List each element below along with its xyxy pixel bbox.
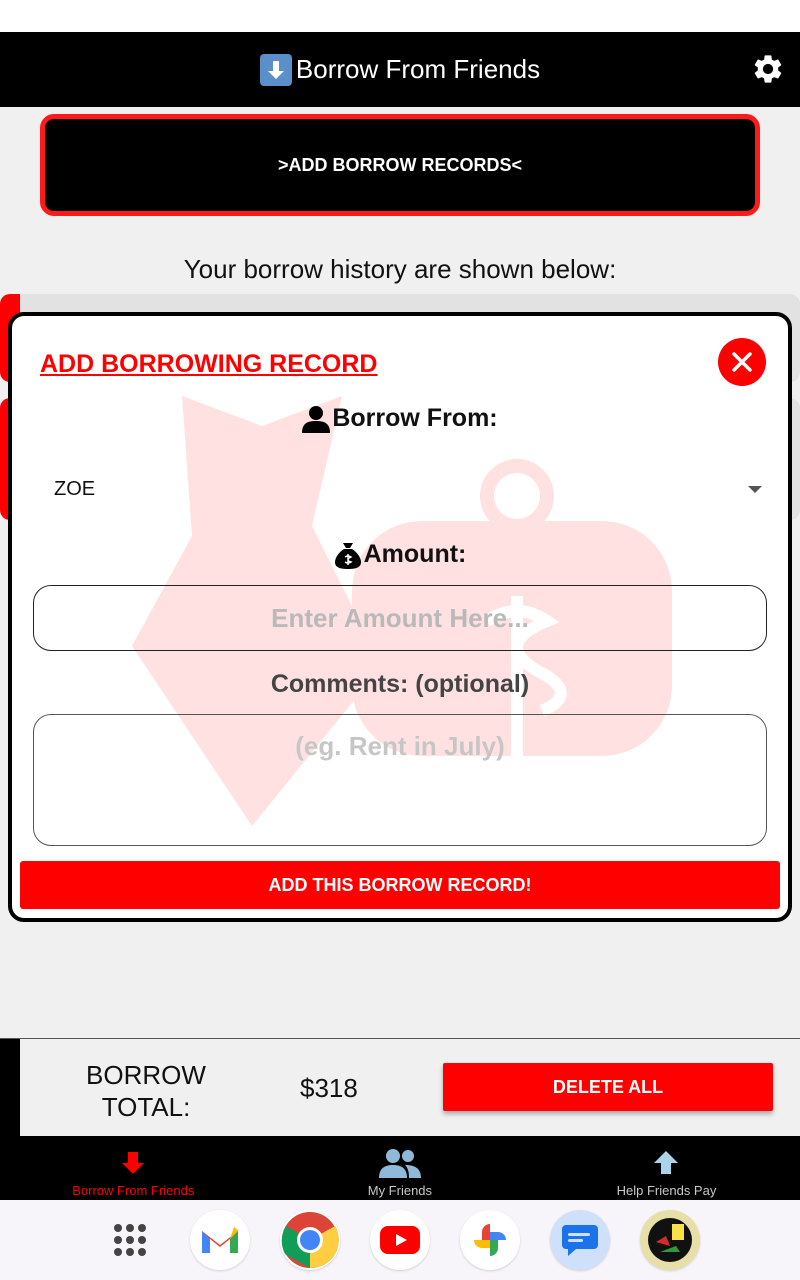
chrome-icon[interactable]	[280, 1210, 340, 1270]
photos-icon[interactable]	[460, 1210, 520, 1270]
nav-label: Help Friends Pay	[616, 1183, 717, 1198]
amount-label-text: Amount:	[363, 540, 467, 568]
amount-input[interactable]	[33, 585, 767, 651]
close-icon	[732, 352, 752, 372]
borrow-total-bar: BORROW TOTAL: $318 DELETE ALL	[0, 1038, 800, 1136]
close-dialog-button[interactable]	[718, 338, 766, 386]
amount-label: Amount:	[12, 540, 788, 569]
borrow-total-value: $318	[300, 1073, 358, 1103]
people-icon	[378, 1149, 421, 1178]
nav-item-help-friends-pay[interactable]: Help Friends Pay	[533, 1136, 800, 1200]
borrow-from-label: Borrow From:	[12, 404, 788, 433]
borrow-app-icon[interactable]	[640, 1210, 700, 1270]
friend-select[interactable]: ZOE	[34, 466, 774, 512]
delete-all-button[interactable]: DELETE ALL	[443, 1063, 773, 1111]
app-drawer-icon[interactable]	[100, 1210, 160, 1270]
borrow-from-label-text: Borrow From:	[332, 404, 498, 432]
comments-label: Comments: (optional)	[270, 670, 530, 698]
app-header: Borrow From Friends	[0, 32, 800, 107]
system-dock	[0, 1200, 800, 1280]
dropdown-caret-icon	[748, 485, 762, 493]
money-bag-icon	[334, 542, 361, 569]
up-arrow-icon	[654, 1151, 679, 1174]
nav-item-my-friends[interactable]: My Friends	[267, 1136, 534, 1200]
settings-button[interactable]	[750, 51, 786, 87]
comments-input[interactable]	[33, 714, 767, 846]
nav-item-borrow-from-friends[interactable]: Borrow From Friends	[0, 1136, 267, 1200]
messages-icon[interactable]	[550, 1210, 610, 1270]
gear-icon	[754, 55, 782, 83]
total-accent-bar	[0, 1039, 20, 1136]
add-borrow-record-dialog: ADD BORROWING RECORD Borrow From: ZOE Am…	[8, 312, 792, 922]
gmail-icon[interactable]	[190, 1210, 250, 1270]
down-arrow-icon	[122, 1152, 145, 1174]
history-caption: Your borrow history are shown below:	[183, 254, 617, 284]
status-bar	[0, 0, 800, 32]
dialog-title: ADD BORROWING RECORD	[40, 350, 378, 378]
add-borrow-record-button[interactable]: ADD THIS BORROW RECORD!	[20, 861, 780, 909]
nav-label: Borrow From Friends	[72, 1183, 195, 1198]
borrow-total-label: BORROW TOTAL:	[86, 1060, 206, 1122]
person-icon	[302, 405, 331, 433]
add-borrow-records-button[interactable]: >ADD BORROW RECORDS<	[40, 114, 760, 216]
app-title-text: Borrow From Friends	[295, 54, 541, 84]
selected-friend-value: ZOE	[54, 477, 96, 500]
bottom-nav: Borrow From Friends My Friends Help Frie…	[0, 1136, 800, 1200]
page-title: Borrow From Friends	[259, 53, 541, 86]
down-arrow-emoji-icon	[259, 53, 292, 86]
nav-label: My Friends	[367, 1183, 433, 1198]
youtube-icon[interactable]	[370, 1210, 430, 1270]
